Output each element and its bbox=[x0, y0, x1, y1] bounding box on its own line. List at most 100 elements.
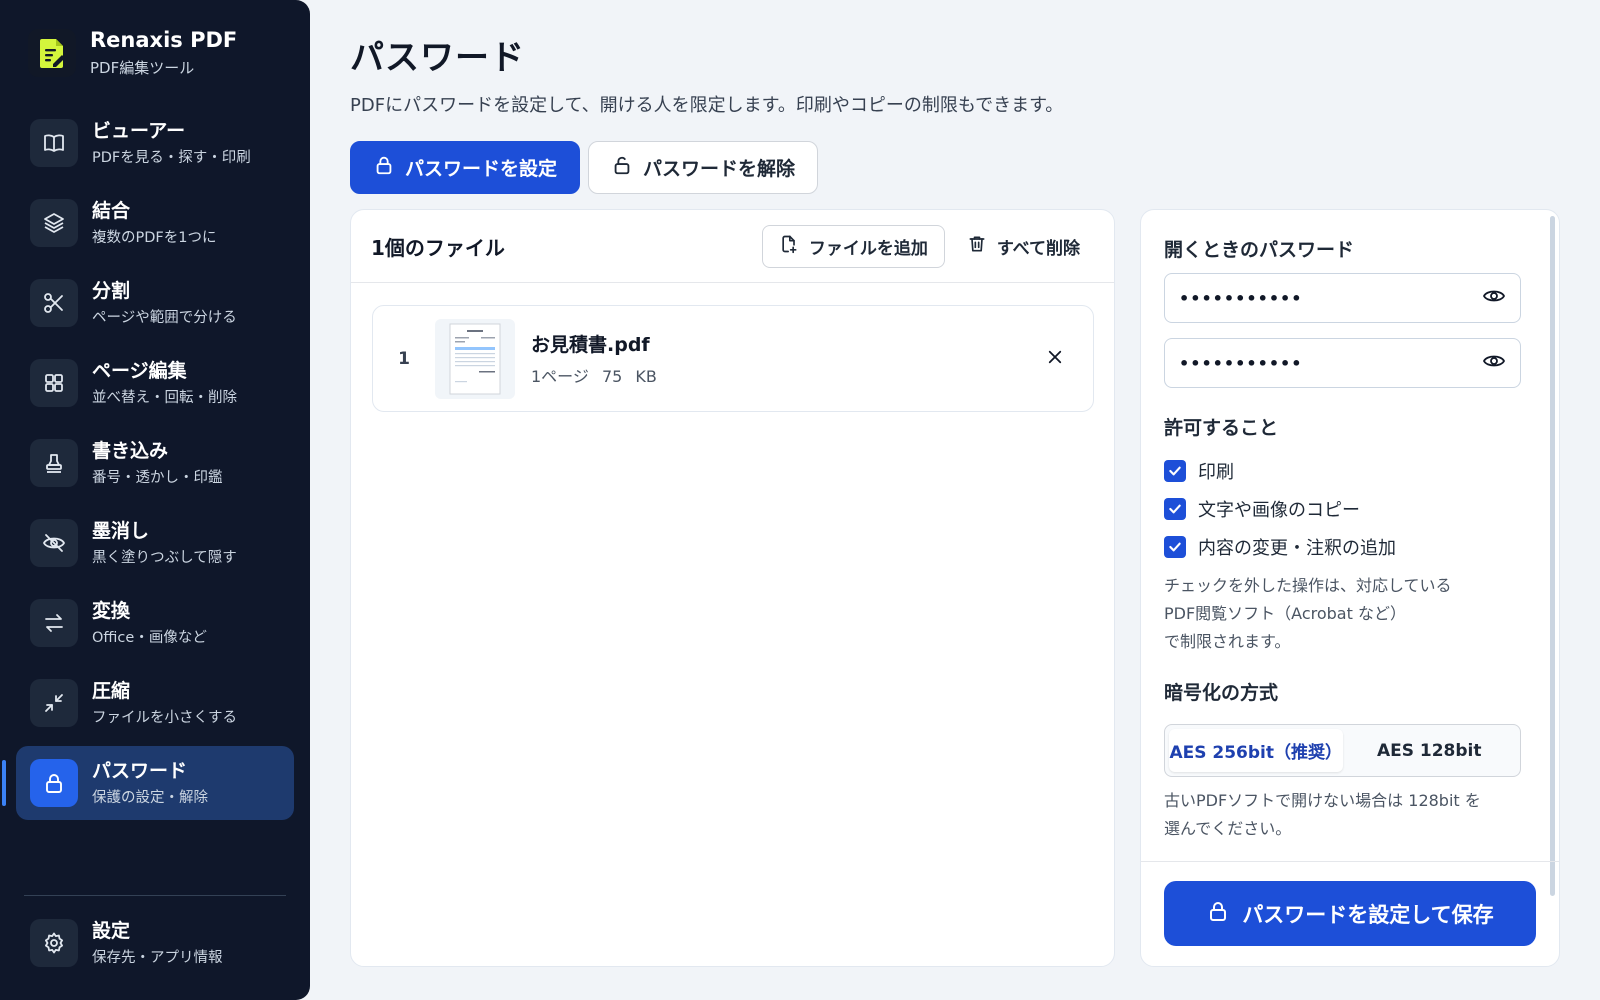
add-file-label: ファイルを追加 bbox=[808, 238, 928, 259]
encryption-option-aes128[interactable]: AES 128bit bbox=[1343, 729, 1517, 772]
sidebar-item-annotate[interactable]: 書き込み 番号・透かし・印鑑 bbox=[16, 426, 294, 500]
sidebar-divider bbox=[24, 895, 286, 896]
sidebar-item-title: 設定 bbox=[92, 920, 131, 943]
page-description: PDFにパスワードを設定して、開ける人を限定します。印刷やコピーの制限もできます… bbox=[350, 95, 1064, 116]
sidebar-item-page-edit[interactable]: ページ編集 並べ替え・回転・削除 bbox=[16, 346, 294, 420]
lock-icon bbox=[30, 759, 78, 807]
file-add-icon bbox=[779, 234, 799, 259]
options-panel: 開くときのパスワード ••••••••••• ••••••••••• 許可するこ… bbox=[1140, 209, 1560, 967]
sidebar-item-redact[interactable]: 墨消し 黒く塗りつぶして隠す bbox=[16, 506, 294, 580]
eye-off-icon bbox=[30, 519, 78, 567]
checkmark-icon bbox=[1164, 498, 1186, 520]
sidebar-settings: 設定 保存先・アプリ情報 bbox=[16, 906, 294, 986]
encryption-selector: AES 256bit（推奨） AES 128bit bbox=[1164, 724, 1521, 777]
encryption-option-aes256[interactable]: AES 256bit（推奨） bbox=[1169, 729, 1343, 772]
sidebar-item-title: 結合 bbox=[92, 200, 131, 223]
clear-all-label: すべて削除 bbox=[996, 238, 1080, 259]
trash-icon bbox=[967, 234, 987, 259]
permission-label: 内容の変更・注釈の追加 bbox=[1198, 538, 1396, 559]
permission-copy-checkbox[interactable]: 文字や画像のコピー bbox=[1164, 496, 1360, 522]
sidebar-item-title: 墨消し bbox=[92, 520, 150, 543]
pdf-edit-logo-icon bbox=[28, 29, 76, 78]
checkmark-icon bbox=[1164, 460, 1186, 482]
options-footer: パスワードを設定して保存 bbox=[1141, 861, 1559, 966]
sidebar-item-title: 圧縮 bbox=[92, 680, 131, 703]
tab-remove-password[interactable]: パスワードを解除 bbox=[588, 141, 819, 194]
remove-file-button[interactable] bbox=[1035, 339, 1075, 379]
layers-icon bbox=[30, 199, 78, 247]
file-info: お見積書.pdf 1ページ 75 KB bbox=[531, 330, 1035, 387]
tab-label: パスワードを設定 bbox=[405, 158, 558, 180]
unlock-icon bbox=[611, 154, 633, 181]
file-name: お見積書.pdf bbox=[531, 334, 650, 356]
save-button-label: パスワードを設定して保存 bbox=[1242, 902, 1494, 927]
main-header: パスワード PDFにパスワードを設定して、開ける人を限定します。印刷やコピーの制… bbox=[350, 30, 1560, 194]
compress-icon bbox=[30, 679, 78, 727]
confirm-password-field[interactable]: ••••••••••• bbox=[1164, 338, 1521, 388]
sidebar-item-sub: 並べ替え・回転・削除 bbox=[92, 389, 237, 406]
sidebar-item-sub: 複数のPDFを1つに bbox=[92, 229, 217, 246]
sidebar-item-merge[interactable]: 結合 複数のPDFを1つに bbox=[16, 186, 294, 260]
options-scrollbar[interactable] bbox=[1550, 216, 1555, 896]
tab-label: パスワードを解除 bbox=[643, 158, 796, 180]
password-field[interactable]: ••••••••••• bbox=[1164, 273, 1521, 323]
clear-all-button[interactable]: すべて削除 bbox=[945, 225, 1094, 268]
stamp-icon bbox=[30, 439, 78, 487]
book-icon bbox=[30, 119, 78, 167]
lock-icon bbox=[373, 154, 395, 181]
sidebar-item-split[interactable]: 分割 ページや範囲で分ける bbox=[16, 266, 294, 340]
gear-icon bbox=[30, 919, 78, 967]
save-button[interactable]: パスワードを設定して保存 bbox=[1164, 881, 1536, 946]
files-panel: 1個のファイル ファイルを追加 すべて削除 1 お見積書.pdf 1ページ 75… bbox=[350, 209, 1115, 967]
sidebar-item-sub: 番号・透かし・印鑑 bbox=[92, 469, 223, 486]
convert-arrows-icon bbox=[30, 599, 78, 647]
eye-icon[interactable] bbox=[1482, 284, 1506, 312]
sidebar-item-sub: 保護の設定・解除 bbox=[92, 789, 208, 806]
file-count: 1個のファイル bbox=[371, 235, 505, 260]
page-title: パスワード bbox=[350, 38, 525, 78]
sidebar-item-title: ページ編集 bbox=[92, 360, 187, 383]
permissions-note-line: チェックを外した操作は、対応している bbox=[1164, 576, 1452, 595]
sidebar-item-viewer[interactable]: ビューアー PDFを見る・探す・印刷 bbox=[16, 106, 294, 180]
eye-icon[interactable] bbox=[1482, 349, 1506, 377]
permissions-note: チェックを外した操作は、対応している PDF閲覧ソフト（Acrobat など） … bbox=[1164, 572, 1521, 656]
password-value: ••••••••••• bbox=[1179, 288, 1303, 308]
file-list-item[interactable]: 1 お見積書.pdf 1ページ 75 KB bbox=[372, 305, 1094, 412]
add-file-button[interactable]: ファイルを追加 bbox=[761, 224, 945, 268]
file-thumbnail bbox=[435, 318, 515, 399]
app-name: Renaxis PDF bbox=[90, 28, 238, 52]
open-password-label: 開くときのパスワード bbox=[1164, 239, 1355, 261]
sidebar-item-settings[interactable]: 設定 保存先・アプリ情報 bbox=[16, 906, 294, 980]
sidebar-item-sub: Office・画像など bbox=[92, 629, 207, 646]
sidebar-nav: ビューアー PDFを見る・探す・印刷 結合 複数のPDFを1つに 分割 ページや… bbox=[2, 106, 294, 826]
sidebar-item-sub: 黒く塗りつぶして隠す bbox=[92, 549, 237, 566]
brand: Renaxis PDF PDF編集ツール bbox=[28, 28, 237, 78]
permissions-note-line: PDF閲覧ソフト（Acrobat など） bbox=[1164, 604, 1406, 623]
sidebar-item-title: 書き込み bbox=[92, 440, 169, 463]
files-header: 1個のファイル ファイルを追加 すべて削除 bbox=[351, 210, 1114, 283]
checkmark-icon bbox=[1164, 536, 1186, 558]
tab-set-password[interactable]: パスワードを設定 bbox=[350, 141, 581, 194]
permission-print-checkbox[interactable]: 印刷 bbox=[1164, 458, 1234, 484]
sidebar-item-convert[interactable]: 変換 Office・画像など bbox=[16, 586, 294, 660]
permissions-note-line: で制限されます。 bbox=[1164, 632, 1291, 651]
sidebar-item-compress[interactable]: 圧縮 ファイルを小さくする bbox=[16, 666, 294, 740]
scissors-icon bbox=[30, 279, 78, 327]
permission-label: 印刷 bbox=[1198, 462, 1234, 483]
close-icon bbox=[1046, 348, 1064, 370]
permission-modify-checkbox[interactable]: 内容の変更・注釈の追加 bbox=[1164, 534, 1396, 560]
sidebar-item-sub: ページや範囲で分ける bbox=[92, 309, 237, 326]
lock-icon bbox=[1206, 899, 1230, 928]
permission-label: 文字や画像のコピー bbox=[1198, 500, 1360, 521]
sidebar-item-sub: PDFを見る・探す・印刷 bbox=[92, 149, 251, 166]
sidebar: Renaxis PDF PDF編集ツール ビューアー PDFを見る・探す・印刷 … bbox=[0, 0, 310, 1000]
file-index: 1 bbox=[398, 348, 410, 369]
sidebar-item-password[interactable]: パスワード 保護の設定・解除 bbox=[2, 746, 294, 820]
sidebar-item-title: パスワード bbox=[92, 760, 188, 783]
confirm-password-value: ••••••••••• bbox=[1179, 353, 1303, 373]
permissions-label: 許可すること bbox=[1164, 417, 1279, 439]
grid-icon bbox=[30, 359, 78, 407]
sidebar-item-title: ビューアー bbox=[92, 120, 186, 143]
encryption-label: 暗号化の方式 bbox=[1164, 682, 1279, 704]
app-subtitle: PDF編集ツール bbox=[90, 59, 195, 78]
